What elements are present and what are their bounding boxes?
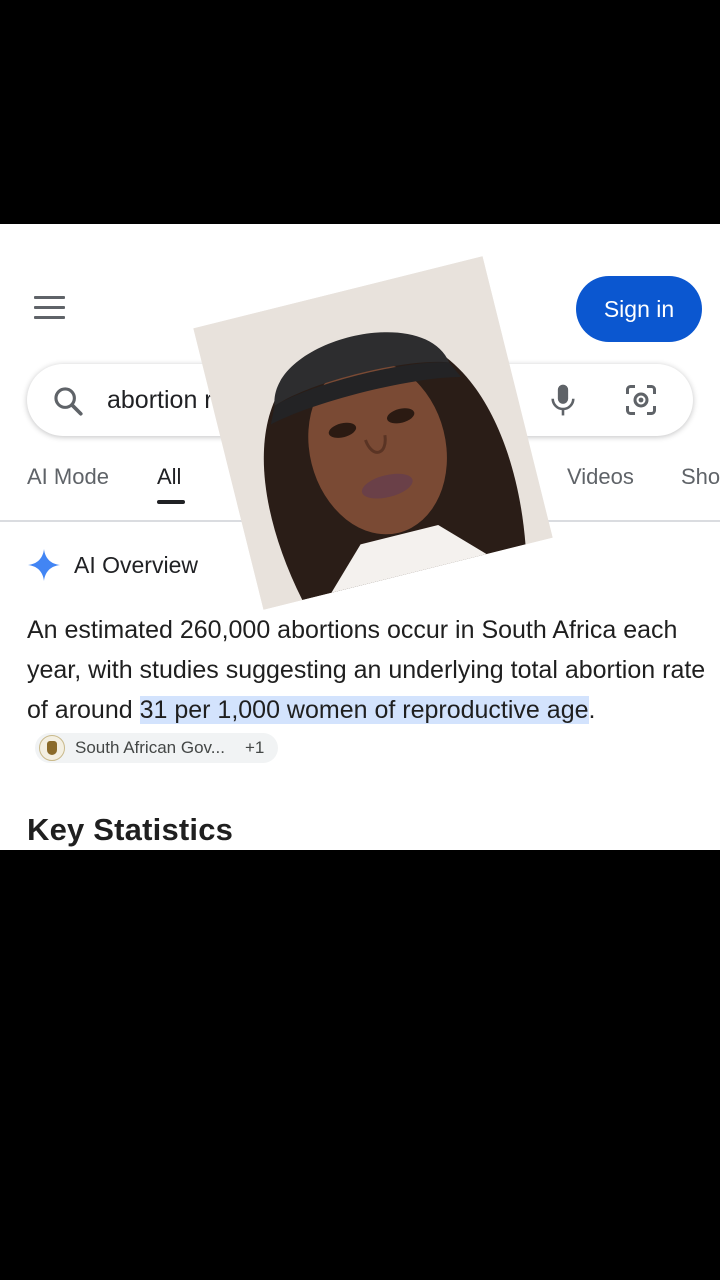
source-chip[interactable]: South African Gov... +1: [35, 733, 279, 764]
tab-shopping[interactable]: Sho: [681, 464, 720, 490]
search-icon: [54, 387, 83, 416]
video-face-overlay: [193, 256, 553, 610]
section-heading: Key Statistics: [27, 812, 234, 847]
ai-overview-text: An estimated 260,000 abortions occur in …: [27, 610, 707, 770]
source-chip-count: +1: [244, 738, 265, 758]
ai-overview-header: AI Overview: [28, 549, 198, 581]
menu-icon[interactable]: [30, 296, 70, 326]
search-results-screen: Sign in AI Mode All Videos Sho AI Overvi…: [0, 224, 720, 850]
person-video-image: [193, 256, 553, 610]
lens-icon[interactable]: [623, 382, 659, 418]
overview-highlight: 31 per 1,000 women of reproductive age: [139, 696, 589, 724]
source-chip-label: South African Gov...: [75, 738, 225, 758]
coat-of-arms-icon: [39, 735, 65, 762]
mic-icon[interactable]: [547, 382, 579, 418]
tab-all[interactable]: All: [157, 464, 181, 490]
tab-videos[interactable]: Videos: [567, 464, 634, 490]
sparkle-icon: [28, 549, 60, 581]
ai-overview-title: AI Overview: [74, 551, 198, 578]
sign-in-button[interactable]: Sign in: [576, 276, 702, 342]
active-tab-indicator: [157, 500, 185, 504]
overview-text-end: .: [588, 696, 596, 724]
tab-ai-mode[interactable]: AI Mode: [27, 464, 109, 490]
